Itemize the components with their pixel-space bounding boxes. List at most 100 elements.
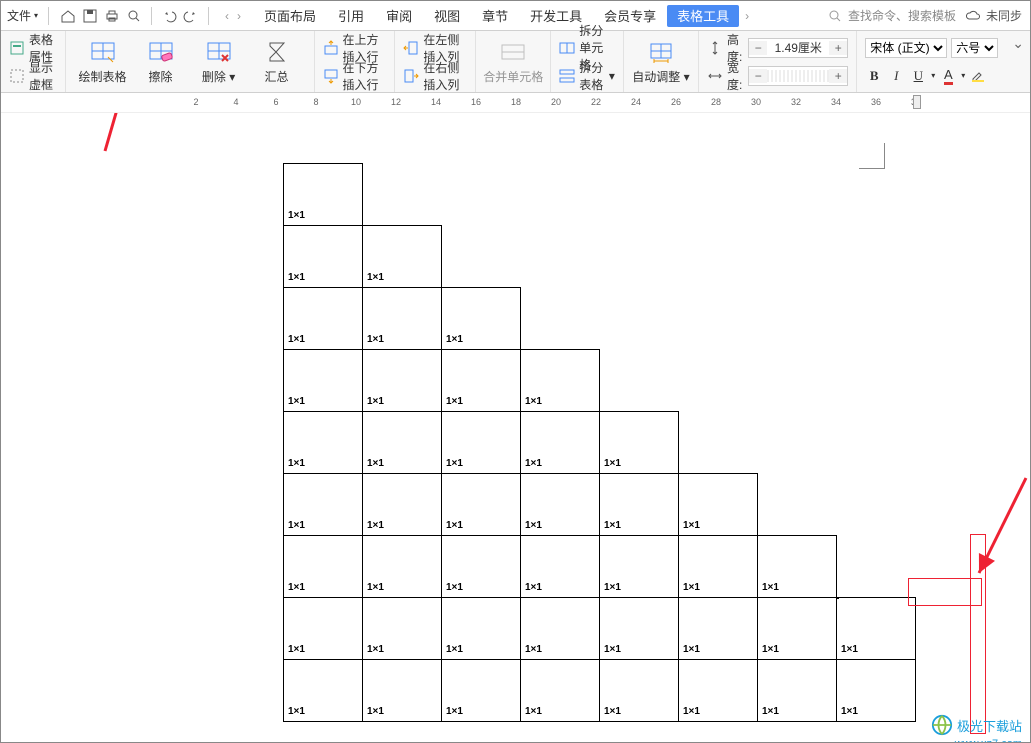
table-cell[interactable]: 1×1	[442, 536, 521, 598]
table-cell[interactable]: 1×1	[837, 660, 916, 722]
empty-cell	[521, 164, 600, 226]
bold-button[interactable]: B	[865, 67, 883, 85]
table-cell[interactable]: 1×1	[284, 598, 363, 660]
table-cell[interactable]: 1×1	[679, 536, 758, 598]
tab-review[interactable]: 审阅	[375, 1, 423, 31]
table-cell[interactable]: 1×1	[284, 350, 363, 412]
plus-icon[interactable]: +	[829, 41, 847, 55]
table-cell[interactable]: 1×1	[758, 660, 837, 722]
table-cell[interactable]: 1×1	[284, 412, 363, 474]
table-cell[interactable]: 1×1	[363, 474, 442, 536]
font-size-select[interactable]: 六号	[951, 38, 998, 58]
table-cell[interactable]: 1×1	[363, 660, 442, 722]
ruler[interactable]: 2468101214161820222426283032343638	[1, 93, 1030, 113]
step-table[interactable]: 1×11×11×11×11×11×11×11×11×11×11×11×11×11…	[283, 163, 916, 722]
insert-col-left-button[interactable]: 在左侧插入列	[403, 35, 467, 61]
font-family-select[interactable]: 宋体 (正文)	[865, 38, 947, 58]
ruler-marker[interactable]	[913, 95, 921, 109]
redo-icon[interactable]	[182, 7, 200, 25]
file-menu[interactable]: 文件 ▾	[1, 1, 44, 30]
table-cell[interactable]: 1×1	[521, 598, 600, 660]
table-cell[interactable]: 1×1	[284, 226, 363, 288]
delete-button[interactable]: 删除 ▾	[190, 33, 248, 91]
insert-col-right-button[interactable]: 在右侧插入列	[403, 63, 467, 89]
split-cell-button[interactable]: 拆分单元格	[559, 35, 615, 61]
save-icon[interactable]	[81, 7, 99, 25]
highlight-button[interactable]	[969, 67, 987, 85]
table-cell[interactable]: 1×1	[679, 660, 758, 722]
table-cell[interactable]: 1×1	[521, 536, 600, 598]
merge-cells-button[interactable]: 合并单元格	[484, 33, 542, 91]
minus-icon[interactable]: −	[749, 41, 767, 55]
table-cell[interactable]: 1×1	[284, 288, 363, 350]
document-canvas[interactable]: 1×11×11×11×11×11×11×11×11×11×11×11×11×11…	[1, 113, 1030, 742]
tab-chapter[interactable]: 章节	[471, 1, 519, 31]
underline-button[interactable]: U	[909, 67, 927, 85]
sync-status[interactable]: 未同步	[964, 7, 1022, 25]
home-icon[interactable]	[59, 7, 77, 25]
table-cell[interactable]: 1×1	[284, 536, 363, 598]
tab-view[interactable]: 视图	[423, 1, 471, 31]
height-stepper[interactable]: − 1.49厘米 +	[748, 38, 848, 58]
table-cell[interactable]: 1×1	[521, 412, 600, 474]
table-cell[interactable]: 1×1	[758, 536, 837, 598]
table-cell[interactable]: 1×1	[442, 350, 521, 412]
show-gridlines-button[interactable]: 显示虚框	[9, 63, 57, 89]
undo-icon[interactable]	[160, 7, 178, 25]
tab-page-layout[interactable]: 页面布局	[253, 1, 327, 31]
search-box[interactable]: 查找命令、搜索模板	[826, 7, 956, 25]
table-cell[interactable]: 1×1	[837, 598, 916, 660]
table-cell[interactable]: 1×1	[363, 412, 442, 474]
autofit-button[interactable]: 自动调整 ▾	[632, 33, 690, 91]
table-cell[interactable]: 1×1	[521, 474, 600, 536]
tab-table-tools[interactable]: 表格工具	[667, 5, 739, 27]
table-cell[interactable]: 1×1	[600, 536, 679, 598]
table-cell[interactable]: 1×1	[679, 474, 758, 536]
table-cell[interactable]: 1×1	[442, 660, 521, 722]
sum-button[interactable]: 汇总	[248, 33, 306, 91]
tab-scroll-right-icon[interactable]: ›	[235, 9, 243, 23]
minus-icon[interactable]: −	[749, 69, 767, 83]
table-cell[interactable]: 1×1	[284, 660, 363, 722]
table-cell[interactable]: 1×1	[521, 660, 600, 722]
table-cell[interactable]: 1×1	[442, 288, 521, 350]
dropdown-icon[interactable]: ▾	[931, 71, 935, 80]
table-cell[interactable]: 1×1	[363, 288, 442, 350]
table-cell[interactable]: 1×1	[442, 412, 521, 474]
tab-overflow-icon[interactable]: ›	[739, 9, 755, 23]
table-cell[interactable]: 1×1	[521, 350, 600, 412]
ribbon-overflow-icon[interactable]: ⌄	[1006, 35, 1030, 52]
trailing-cell[interactable]	[837, 597, 839, 599]
table-cell[interactable]: 1×1	[363, 598, 442, 660]
table-cell[interactable]: 1×1	[284, 164, 363, 226]
table-cell[interactable]: 1×1	[442, 598, 521, 660]
watermark-url: www.xz7.com	[955, 738, 1022, 742]
table-cell[interactable]: 1×1	[679, 598, 758, 660]
table-cell[interactable]: 1×1	[600, 412, 679, 474]
insert-row-above-button[interactable]: 在上方插入行	[323, 35, 387, 61]
width-stepper[interactable]: − +	[748, 66, 848, 86]
erase-button[interactable]: 擦除	[132, 33, 190, 91]
font-color-button[interactable]: A	[939, 67, 957, 85]
draw-table-button[interactable]: 绘制表格	[74, 33, 132, 91]
table-properties-button[interactable]: 表格属性	[9, 35, 57, 61]
table-cell[interactable]: 1×1	[284, 474, 363, 536]
table-cell[interactable]: 1×1	[600, 474, 679, 536]
plus-icon[interactable]: +	[829, 69, 847, 83]
insert-row-below-button[interactable]: 在下方插入行	[323, 63, 387, 89]
tab-scroll-left-icon[interactable]: ‹	[219, 9, 235, 23]
table-cell[interactable]: 1×1	[758, 598, 837, 660]
table-cell[interactable]: 1×1	[363, 536, 442, 598]
split-table-button[interactable]: 拆分表格 ▾	[559, 63, 615, 89]
dropdown-icon[interactable]: ▾	[961, 71, 965, 80]
table-cell[interactable]: 1×1	[363, 226, 442, 288]
table-cell[interactable]: 1×1	[363, 350, 442, 412]
preview-icon[interactable]	[125, 7, 143, 25]
group-insert: 在上方插入行 在下方插入行	[315, 31, 396, 92]
table-cell[interactable]: 1×1	[600, 598, 679, 660]
tab-references[interactable]: 引用	[327, 1, 375, 31]
print-icon[interactable]	[103, 7, 121, 25]
italic-button[interactable]: I	[887, 67, 905, 85]
table-cell[interactable]: 1×1	[600, 660, 679, 722]
table-cell[interactable]: 1×1	[442, 474, 521, 536]
